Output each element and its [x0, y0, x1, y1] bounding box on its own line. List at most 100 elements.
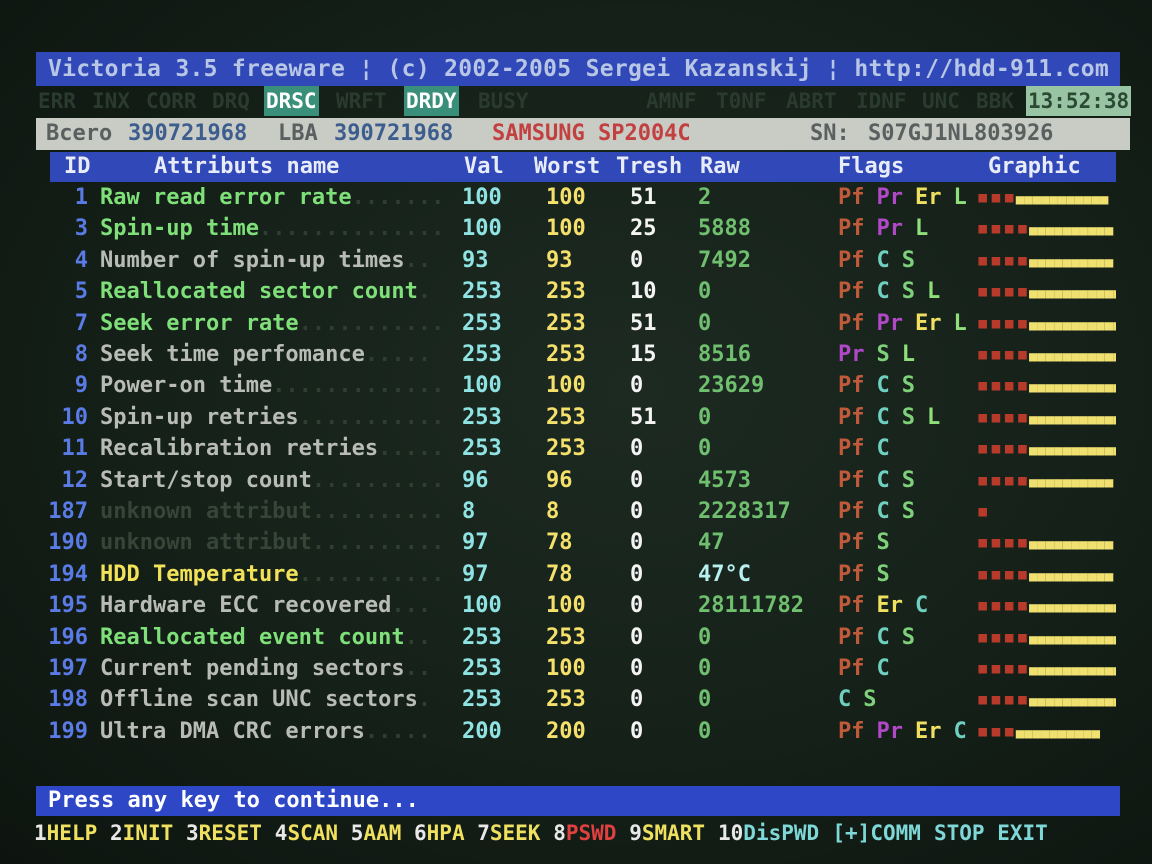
fkey-smart[interactable]: 9SMART: [629, 818, 705, 848]
status-flag-drdy: DRDY: [404, 86, 459, 116]
fkey-hpa[interactable]: 6HPA: [414, 818, 465, 848]
fkey-help[interactable]: 1HELP: [34, 818, 97, 848]
attr-raw: 0: [698, 656, 712, 681]
flag-c: C: [876, 404, 890, 430]
flag-pf: Pf: [838, 247, 865, 273]
flag-l: L: [915, 216, 929, 242]
fkey-dispwd[interactable]: 10DisPWD: [718, 818, 819, 848]
attr-value: 253: [462, 279, 502, 305]
table-row: 197 Current pending sectors.. 253 100 0 0 Pf C ▪…: [0, 653, 1152, 685]
attr-graphic-bar: ▪▪▪▪■■■■■■■■■■■: [976, 684, 1116, 718]
table-row: 8 Seek time perfomance..... 253 253 15 8516 Pr…: [0, 339, 1152, 371]
attr-threshold: 10: [630, 279, 657, 305]
flag-s: S: [901, 499, 915, 524]
attr-worst: 96: [546, 467, 573, 493]
table-row: 190 unknown attribut............. 97 78 0 47 P…: [0, 527, 1152, 559]
attr-id: 11: [61, 436, 89, 462]
table-row: 195 Hardware ECC recovered... 100 100 0 28111…: [0, 590, 1152, 622]
flag-pf: Pf: [838, 561, 865, 587]
attr-worst: 100: [546, 656, 586, 681]
status-flag-busy: BUSY: [478, 89, 529, 113]
graph-good-segment: ■■■■■■■■■■■: [1028, 600, 1116, 617]
flag-pf: Pf: [838, 718, 865, 744]
fkey-comm[interactable]: [+]COMM: [832, 818, 921, 848]
attr-threshold: 0: [630, 561, 644, 587]
graph-good-segment: ■■■■■■■■■■■: [1028, 694, 1116, 711]
attr-dots: .............: [311, 530, 440, 556]
attr-threshold: 0: [630, 718, 644, 744]
status-flag-abrt: ABRT: [786, 89, 837, 113]
graph-good-segment: ■■■■■■■■■■: [1028, 223, 1114, 240]
flag-pf: Pf: [838, 216, 865, 242]
total-label: Bcero: [46, 121, 113, 146]
fkey-init[interactable]: 2INIT: [110, 818, 173, 848]
fkey-exit[interactable]: EXIT: [997, 818, 1048, 848]
attr-id: 194: [48, 561, 88, 587]
flag-l: L: [953, 185, 967, 210]
fkey-label: RESET: [198, 821, 262, 845]
attr-name: Spin-up time.................: [100, 213, 440, 245]
attr-worst: 253: [546, 342, 586, 367]
graph-good-segment: ■■■■■■■■■■■: [1028, 631, 1116, 648]
graph-bad-segment: ▪▪▪▪: [976, 247, 1029, 273]
fkey-number: 2: [110, 821, 123, 845]
graph-good-segment: ■■■■■■■■■■■: [1028, 380, 1116, 397]
fkey-stop[interactable]: STOP: [934, 818, 985, 848]
graph-good-segment: ■■■■■■■■■■■: [1028, 411, 1116, 428]
attr-flags: Pf C S: [838, 245, 927, 277]
flag-s: S: [901, 467, 915, 493]
col-flags: Flags: [838, 154, 905, 179]
attr-graphic-bar: ▪: [976, 496, 1116, 530]
col-graphic: Graphic: [988, 154, 1081, 179]
graph-bad-segment: ▪▪▪: [976, 718, 1016, 744]
table-row: 5 Reallocated sector count. 253 253 10 0 Pf C S L…: [0, 276, 1152, 308]
col-val: Val: [464, 154, 504, 179]
attr-name-text: Raw read error rate: [100, 185, 352, 210]
lba-label: LBA: [278, 121, 318, 146]
status-flag-corr: CORR: [146, 89, 197, 113]
flag-s: S: [901, 279, 915, 305]
attr-name: Raw read error rate..........: [100, 182, 440, 214]
attr-graphic-bar: ▪▪▪▪■■■■■■■■■■■: [976, 433, 1116, 467]
attr-name-text: Current pending sectors: [100, 656, 405, 681]
flag-pr: Pr: [876, 718, 904, 744]
attr-threshold: 25: [630, 216, 657, 242]
total-value: 390721968: [128, 121, 248, 146]
attr-flags: Pf C S: [838, 496, 927, 528]
attr-raw: 5888: [698, 216, 751, 242]
fkey-reset[interactable]: 3RESET: [186, 818, 262, 848]
flag-pf: Pf: [838, 373, 865, 399]
fkey-pswd[interactable]: 8PSWD: [553, 818, 616, 848]
fkey-number: 1: [34, 821, 47, 845]
fkey-number: 7: [477, 821, 490, 845]
graph-good-segment: ■■■■■■■■■■: [1028, 568, 1114, 585]
graph-bad-segment: ▪▪▪▪: [976, 593, 1029, 619]
clock: 13:52:38: [1026, 86, 1132, 116]
status-flag-drsc: DRSC: [264, 86, 319, 116]
attr-dots: .............: [311, 467, 440, 493]
fkey-aam[interactable]: 5AAM: [351, 818, 402, 848]
table-row: 9 Power-on time................ 100 100 0 236…: [0, 370, 1152, 402]
attr-graphic-bar: ▪▪▪▪■■■■■■■■■■■: [976, 339, 1116, 373]
attr-worst: 100: [546, 185, 586, 210]
attr-name-text: unknown attribut: [100, 530, 312, 556]
fkey-seek[interactable]: 7SEEK: [477, 818, 540, 848]
attr-flags: Pf C S: [838, 465, 927, 497]
flag-pf: Pf: [838, 656, 865, 681]
graph-bad-segment: ▪▪▪▪: [976, 310, 1029, 336]
attr-worst: 100: [546, 373, 586, 399]
flag-pf: Pf: [838, 279, 865, 305]
attr-dots: ..............: [298, 404, 440, 430]
attr-value: 97: [462, 530, 489, 556]
flag-s: S: [901, 624, 915, 650]
attr-name-text: Hardware ECC recovered: [100, 593, 392, 619]
attr-dots: .................: [258, 216, 440, 242]
attr-raw: 47°C: [698, 561, 751, 587]
attr-worst: 253: [546, 404, 586, 430]
fkey-scan[interactable]: 4SCAN: [275, 818, 338, 848]
graph-bad-segment: ▪▪▪▪: [976, 687, 1029, 713]
attr-flags: Pf C S: [838, 370, 927, 402]
attr-raw: 4573: [698, 467, 751, 493]
fkey-label: DisPWD: [743, 821, 820, 845]
attr-raw: 0: [698, 624, 712, 650]
